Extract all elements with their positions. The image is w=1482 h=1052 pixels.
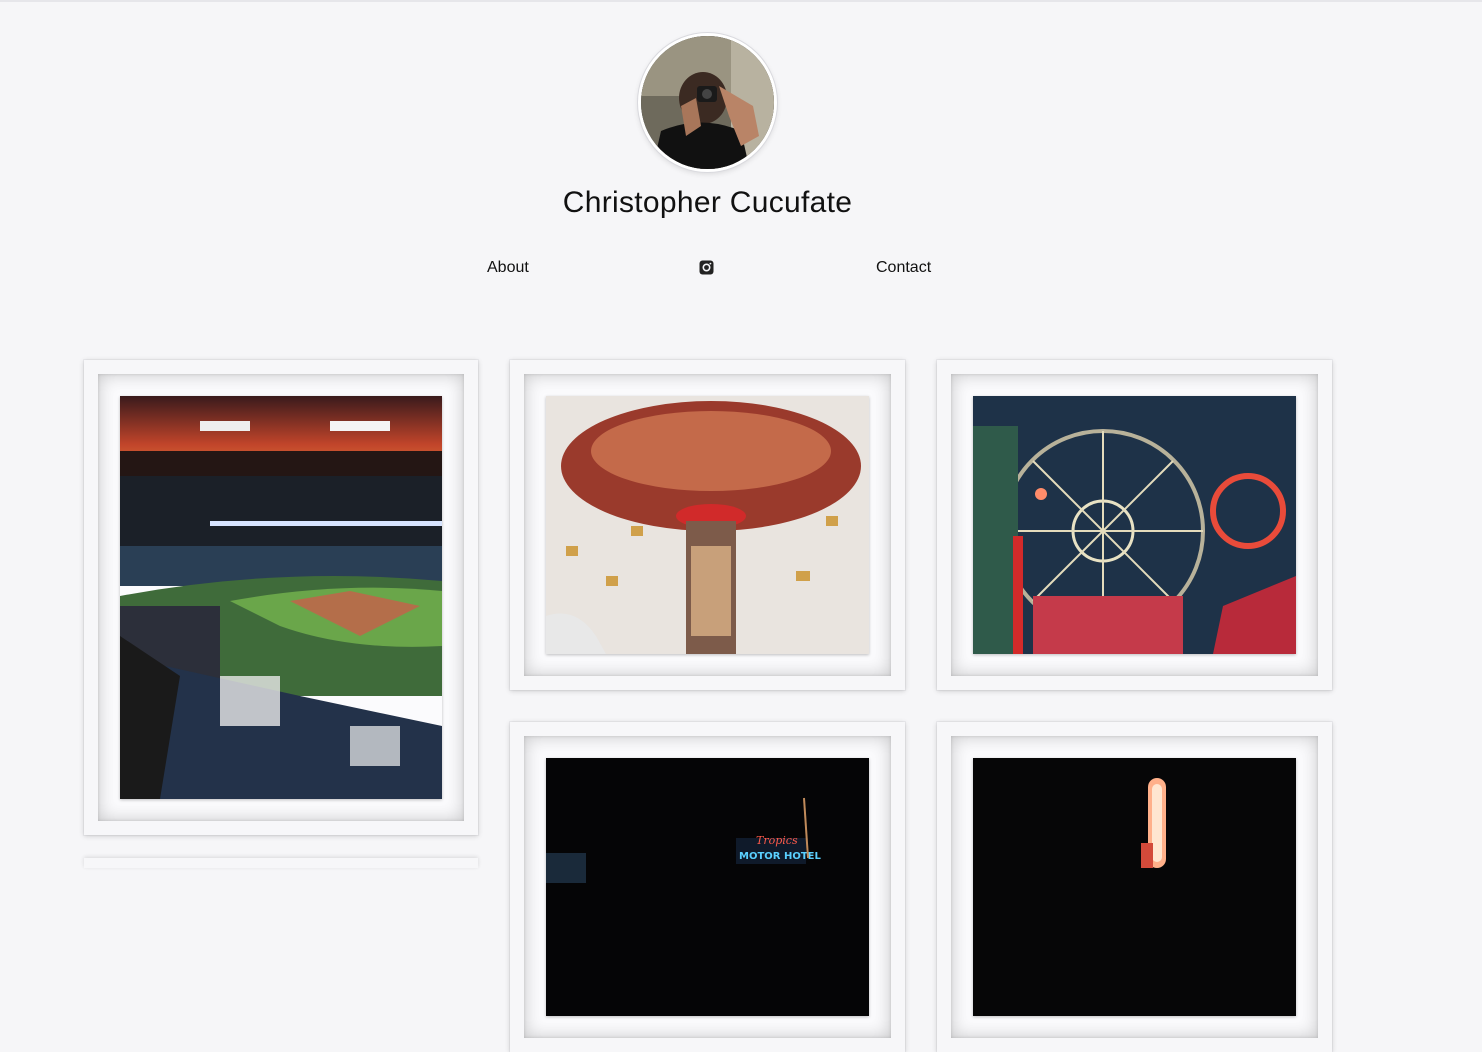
ferris-wheel-photo[interactable] xyxy=(973,396,1296,654)
gallery-item-neon[interactable] xyxy=(937,722,1332,1052)
neon-sign-photo[interactable] xyxy=(973,758,1296,1016)
nav-contact-link[interactable]: Contact xyxy=(876,259,931,277)
gallery-item-carousel[interactable] xyxy=(510,360,905,690)
top-divider xyxy=(0,0,1482,2)
carousel-photo[interactable] xyxy=(546,396,869,654)
instagram-icon[interactable] xyxy=(699,260,714,275)
gallery-item-ferris-wheel[interactable] xyxy=(937,360,1332,690)
motel-sign-text: MOTOR HOTEL xyxy=(739,851,821,862)
page-title: Christopher Cucufate xyxy=(562,186,853,219)
gallery-item-stadium[interactable] xyxy=(84,360,478,835)
gallery-item-motel[interactable]: Tropics MOTOR HOTEL xyxy=(510,722,905,1052)
avatar-image xyxy=(641,36,774,169)
motel-sign-script: Tropics xyxy=(756,834,798,847)
nav-about-link[interactable]: About xyxy=(487,259,529,277)
next-frame-edge xyxy=(84,858,478,868)
motel-sign-photo[interactable]: Tropics MOTOR HOTEL xyxy=(546,758,869,1016)
stadium-photo[interactable] xyxy=(120,396,442,799)
profile-avatar[interactable] xyxy=(638,33,777,172)
